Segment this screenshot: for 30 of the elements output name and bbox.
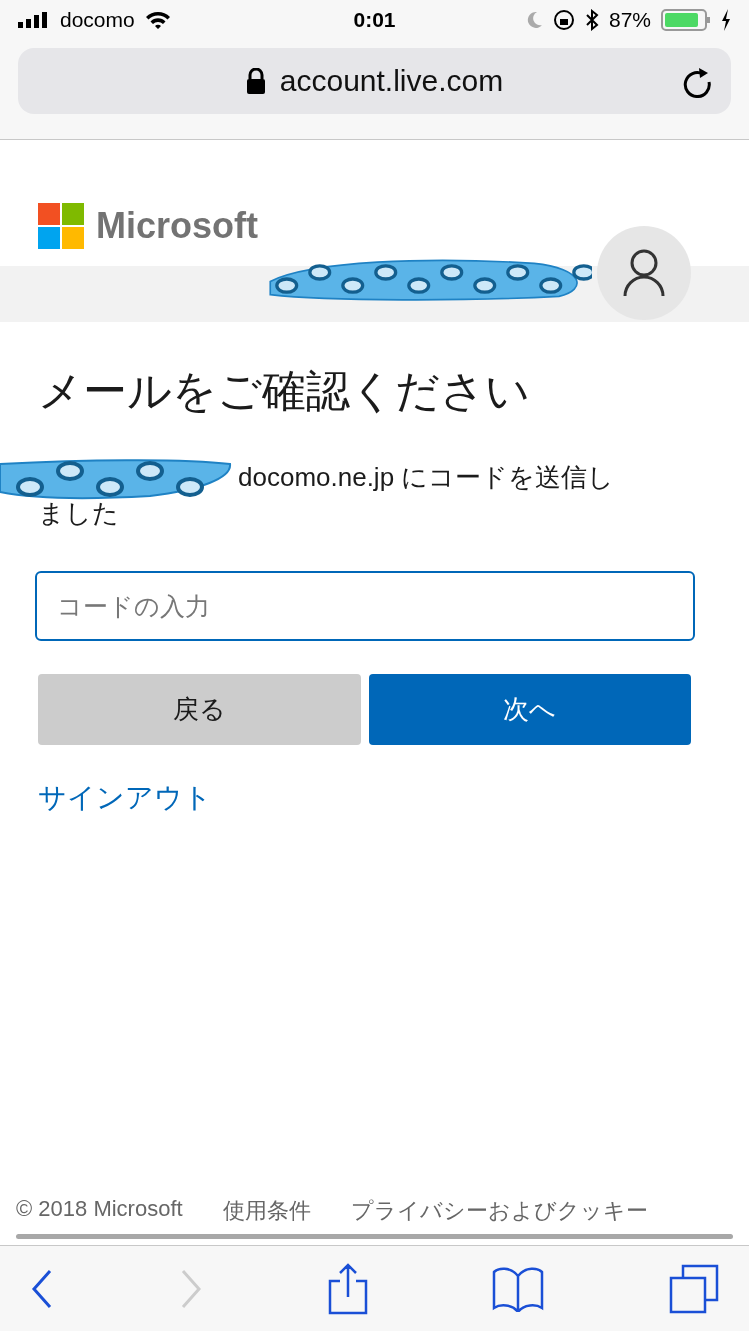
clock-time: 0:01 bbox=[353, 8, 396, 32]
footer-link[interactable]: プライバシーおよびクッキー bbox=[350, 1196, 648, 1226]
message-text: ました bbox=[38, 497, 119, 530]
charging-icon bbox=[721, 9, 731, 31]
sign-out-link[interactable]: サインアウト bbox=[38, 779, 212, 817]
brand-name: Microsoft bbox=[96, 205, 258, 247]
book-icon[interactable] bbox=[492, 1265, 545, 1312]
share-icon[interactable] bbox=[327, 1262, 368, 1315]
copyright-text: © 2018 Microsoft bbox=[16, 1196, 183, 1223]
battery-icon bbox=[661, 9, 711, 31]
orientation-lock-icon bbox=[552, 9, 575, 31]
four-squares-logo-icon bbox=[38, 203, 84, 249]
page-heading: メールをご確認ください bbox=[38, 365, 531, 417]
carrier-name: docomo bbox=[60, 8, 135, 32]
wifi-icon bbox=[144, 10, 171, 30]
tabs-icon[interactable] bbox=[669, 1263, 719, 1314]
code-input-field[interactable]: コードの入力 bbox=[35, 571, 695, 641]
signal-icon bbox=[18, 12, 50, 28]
person-icon bbox=[622, 248, 666, 298]
footer-link[interactable]: 使用条件 bbox=[222, 1196, 311, 1226]
lock-icon bbox=[245, 68, 266, 94]
address-bar[interactable]: account.live.com bbox=[18, 48, 731, 114]
back-button[interactable]: 戻る bbox=[38, 674, 361, 745]
bluetooth-icon bbox=[584, 9, 599, 31]
back-icon[interactable] bbox=[30, 1268, 54, 1309]
next-button[interactable]: 次へ bbox=[368, 674, 691, 745]
message-text: docomo.ne.jp にコードを送信し bbox=[238, 461, 615, 494]
reload-icon[interactable] bbox=[681, 66, 713, 98]
battery-percent: 87% bbox=[608, 8, 651, 32]
url-text: account.live.com bbox=[279, 64, 504, 98]
